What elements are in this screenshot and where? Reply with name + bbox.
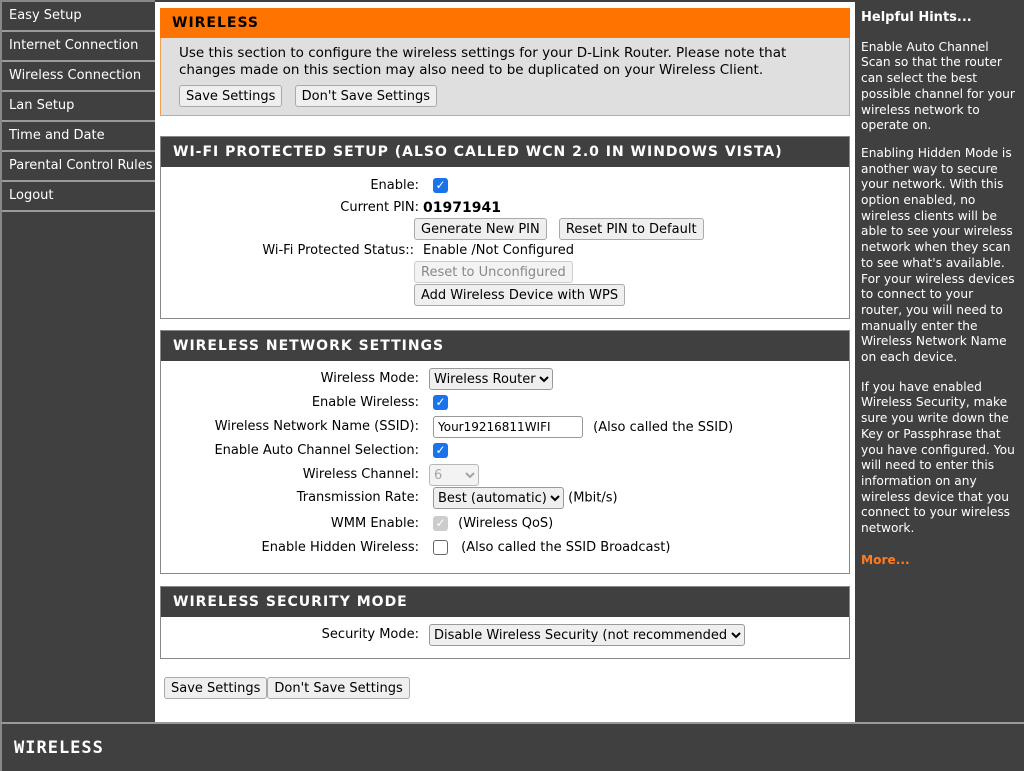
transmission-rate-select[interactable]: Best (automatic) — [433, 487, 564, 509]
security-section: WIRELESS SECURITY MODE Security Mode: Dis… — [160, 586, 850, 659]
status-label: Wi-Fi Protected Status:: — [262, 243, 414, 258]
hidden-label: Enable Hidden Wireless: — [261, 540, 419, 555]
footer: WIRELESS — [0, 722, 1024, 771]
pin-label: Current PIN: — [340, 200, 419, 215]
wmm-checkbox[interactable]: ✓ — [433, 516, 448, 531]
dont-save-settings-button[interactable]: Don't Save Settings — [294, 85, 438, 107]
wireless-channel-select[interactable]: 6 — [429, 464, 479, 486]
sidebar-item-logout[interactable]: Logout — [2, 182, 155, 212]
reset-unconfigured-button[interactable]: Reset to Unconfigured — [414, 261, 573, 283]
security-mode-select[interactable]: Disable Wireless Security (not recommend… — [429, 624, 745, 646]
sidebar-item-lan-setup[interactable]: Lan Setup — [2, 92, 155, 122]
section-title: WIRELESS SECURITY MODE — [161, 587, 849, 617]
bottom-save-settings-button[interactable]: Save Settings — [164, 677, 268, 699]
sidebar-item-easy-setup[interactable]: Easy Setup — [2, 2, 155, 32]
section-title: WIRELESS — [160, 8, 850, 38]
section-title: WI-FI PROTECTED SETUP (ALSO CALLED WCN 2… — [161, 137, 849, 167]
rate-label: Transmission Rate: — [296, 490, 419, 505]
sidebar-item-internet-connection[interactable]: Internet Connection — [2, 32, 155, 62]
save-settings-button[interactable]: Save Settings — [179, 85, 283, 107]
helpful-hints-panel: Helpful Hints... Enable Auto Channel Sca… — [855, 2, 1024, 722]
bottom-dont-save-button[interactable]: Don't Save Settings — [267, 677, 410, 699]
channel-label: Wireless Channel: — [302, 467, 419, 482]
sidebar-item-time-and-date[interactable]: Time and Date — [2, 122, 155, 152]
wps-enable-checkbox[interactable]: ✓ — [433, 175, 448, 197]
reset-pin-button[interactable]: Reset PIN to Default — [558, 218, 704, 240]
hidden-wireless-checkbox[interactable] — [433, 540, 448, 555]
rate-unit: (Mbit/s) — [568, 490, 618, 506]
footer-logo: WIRELESS — [14, 738, 104, 758]
wmm-label: WMM Enable: — [330, 516, 419, 531]
main-content: WIRELESS Use this section to configure t… — [155, 2, 855, 722]
wmm-note: (Wireless QoS) — [458, 516, 554, 531]
wps-status: Enable /Not Configured — [423, 243, 574, 258]
sidebar: Easy Setup Internet Connection Wireless … — [0, 0, 155, 722]
hints-title: Helpful Hints... — [861, 10, 972, 25]
more-link[interactable]: More... — [861, 553, 1018, 569]
network-settings-section: WIRELESS NETWORK SETTINGS Wireless Mode:… — [160, 330, 850, 574]
sidebar-item-parental-control[interactable]: Parental Control Rules — [2, 152, 155, 182]
enable-wireless-label: Enable Wireless: — [311, 395, 419, 410]
wps-section: WI-FI PROTECTED SETUP (ALSO CALLED WCN 2… — [160, 136, 850, 319]
generate-pin-button[interactable]: Generate New PIN — [414, 218, 547, 240]
add-wps-device-button[interactable]: Add Wireless Device with WPS — [414, 284, 626, 306]
hidden-note: (Also called the SSID Broadcast) — [461, 540, 671, 555]
ssid-note: (Also called the SSID) — [593, 419, 734, 435]
wireless-intro-section: WIRELESS Use this section to configure t… — [160, 8, 850, 116]
sidebar-item-wireless-connection[interactable]: Wireless Connection — [2, 62, 155, 92]
wireless-mode-select[interactable]: Wireless Router — [429, 368, 553, 390]
ssid-label: Wireless Network Name (SSID): — [214, 419, 419, 434]
intro-text: Use this section to configure the wirele… — [179, 45, 787, 78]
current-pin: 01971941 — [423, 200, 501, 216]
mode-label: Wireless Mode: — [320, 371, 419, 386]
enable-label: Enable: — [370, 178, 419, 193]
hint-text: Enabling Hidden Mode is another way to s… — [861, 145, 1015, 365]
security-mode-label: Security Mode: — [321, 627, 419, 642]
section-title: WIRELESS NETWORK SETTINGS — [161, 331, 849, 361]
auto-channel-label: Enable Auto Channel Selection: — [214, 443, 419, 458]
hint-text: Enable Auto Channel Scan so that the rou… — [861, 39, 1015, 133]
hint-text: If you have enabled Wireless Security, m… — [861, 379, 1015, 536]
enable-wireless-checkbox[interactable]: ✓ — [433, 392, 448, 414]
auto-channel-checkbox[interactable]: ✓ — [433, 440, 448, 462]
ssid-input[interactable] — [433, 416, 583, 438]
